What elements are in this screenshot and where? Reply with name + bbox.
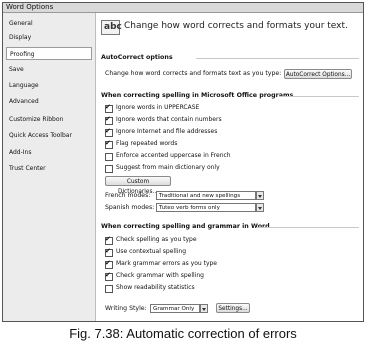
sidebar-item-language[interactable]: Language <box>6 79 92 92</box>
title-bar: Word Options <box>3 3 363 13</box>
chevron-down-icon[interactable] <box>256 191 264 200</box>
ignore-numbers-checkbox[interactable] <box>105 115 113 125</box>
check-spelling-as-you-type-label: Check spelling as you type <box>116 236 197 243</box>
writing-style-select[interactable]: Grammar Only <box>150 304 200 313</box>
ignore-internet-addresses-checkbox[interactable] <box>105 127 113 137</box>
check-spelling-as-you-type-checkbox[interactable] <box>105 235 113 245</box>
ignore-internet-addresses-label: Ignore Internet and file addresses <box>116 128 218 135</box>
writing-style-label: Writing Style: <box>105 305 147 312</box>
divider <box>279 96 359 97</box>
custom-dictionaries-button[interactable]: Custom Dictionaries... <box>105 176 171 195</box>
ignore-uppercase-checkbox[interactable] <box>105 103 113 113</box>
french-modes-select[interactable]: Traditional and new spellings <box>156 191 256 200</box>
sidebar-item-display[interactable]: Display <box>6 31 92 44</box>
sidebar-item-add-ins[interactable]: Add-Ins <box>6 146 92 159</box>
grammar-settings-button[interactable]: Settings... <box>216 303 250 313</box>
mark-grammar-errors-label: Mark grammar errors as you type <box>116 260 217 267</box>
spanish-modes-label: Spanish modes: <box>105 204 155 211</box>
contextual-spelling-checkbox[interactable] <box>105 247 113 257</box>
sidebar-item-advanced[interactable]: Advanced <box>6 95 92 108</box>
sidebar-item-proofing[interactable]: Proofing <box>6 47 92 60</box>
enforce-accented-uppercase-checkbox[interactable] <box>105 153 113 161</box>
autocorrect-section-title: AutoCorrect options <box>101 54 173 61</box>
divider <box>196 58 359 59</box>
sidebar-item-general[interactable]: General <box>6 17 92 30</box>
sidebar-item-quick-access-toolbar[interactable]: Quick Access Toolbar <box>6 129 92 142</box>
divider <box>256 227 359 228</box>
readability-statistics-label: Show readability statistics <box>116 284 195 291</box>
autocorrect-options-button[interactable]: AutoCorrect Options... <box>284 69 352 79</box>
spanish-modes-select[interactable]: Tuteo verb forms only <box>156 203 256 212</box>
sidebar-item-customize-ribbon[interactable]: Customize Ribbon <box>6 113 92 126</box>
contextual-spelling-label: Use contextual spelling <box>116 248 187 255</box>
mark-grammar-errors-checkbox[interactable] <box>105 259 113 269</box>
page-title: Change how word corrects and formats you… <box>124 21 348 31</box>
ignore-uppercase-label: Ignore words in UPPERCASE <box>116 104 200 111</box>
flag-repeated-words-checkbox[interactable] <box>105 139 113 149</box>
check-grammar-with-spelling-checkbox[interactable] <box>105 271 113 281</box>
word-options-dialog: Word Options General Display Proofing Sa… <box>2 2 364 322</box>
check-grammar-with-spelling-label: Check grammar with spelling <box>116 272 204 279</box>
main-dictionary-only-checkbox[interactable] <box>105 165 113 173</box>
readability-statistics-checkbox[interactable] <box>105 285 113 293</box>
flag-repeated-words-label: Flag repeated words <box>116 140 178 147</box>
chevron-down-icon[interactable] <box>200 304 208 313</box>
abc-icon-text: abc <box>104 22 122 32</box>
office-spelling-section-title: When correcting spelling in Microsoft Of… <box>101 92 294 99</box>
figure-caption: Fig. 7.38: Automatic correction of error… <box>69 326 297 341</box>
abc-check-icon: abc <box>101 20 122 35</box>
sidebar-item-trust-center[interactable]: Trust Center <box>6 162 92 175</box>
chevron-down-icon[interactable] <box>256 203 264 212</box>
word-spelling-section-title: When correcting spelling and grammar in … <box>101 223 270 230</box>
ignore-numbers-label: Ignore words that contain numbers <box>116 116 222 123</box>
sidebar-item-save[interactable]: Save <box>6 63 92 76</box>
window-title: Word Options <box>6 3 54 11</box>
options-sidebar: General Display Proofing Save Language A… <box>3 13 96 321</box>
autocorrect-description: Change how word corrects and formats tex… <box>105 70 282 77</box>
enforce-accented-uppercase-label: Enforce accented uppercase in French <box>116 152 231 159</box>
proofing-panel: abc Change how word corrects and formats… <box>96 13 363 321</box>
french-modes-label: French modes: <box>105 192 151 199</box>
main-dictionary-only-label: Suggest from main dictionary only <box>116 164 220 171</box>
